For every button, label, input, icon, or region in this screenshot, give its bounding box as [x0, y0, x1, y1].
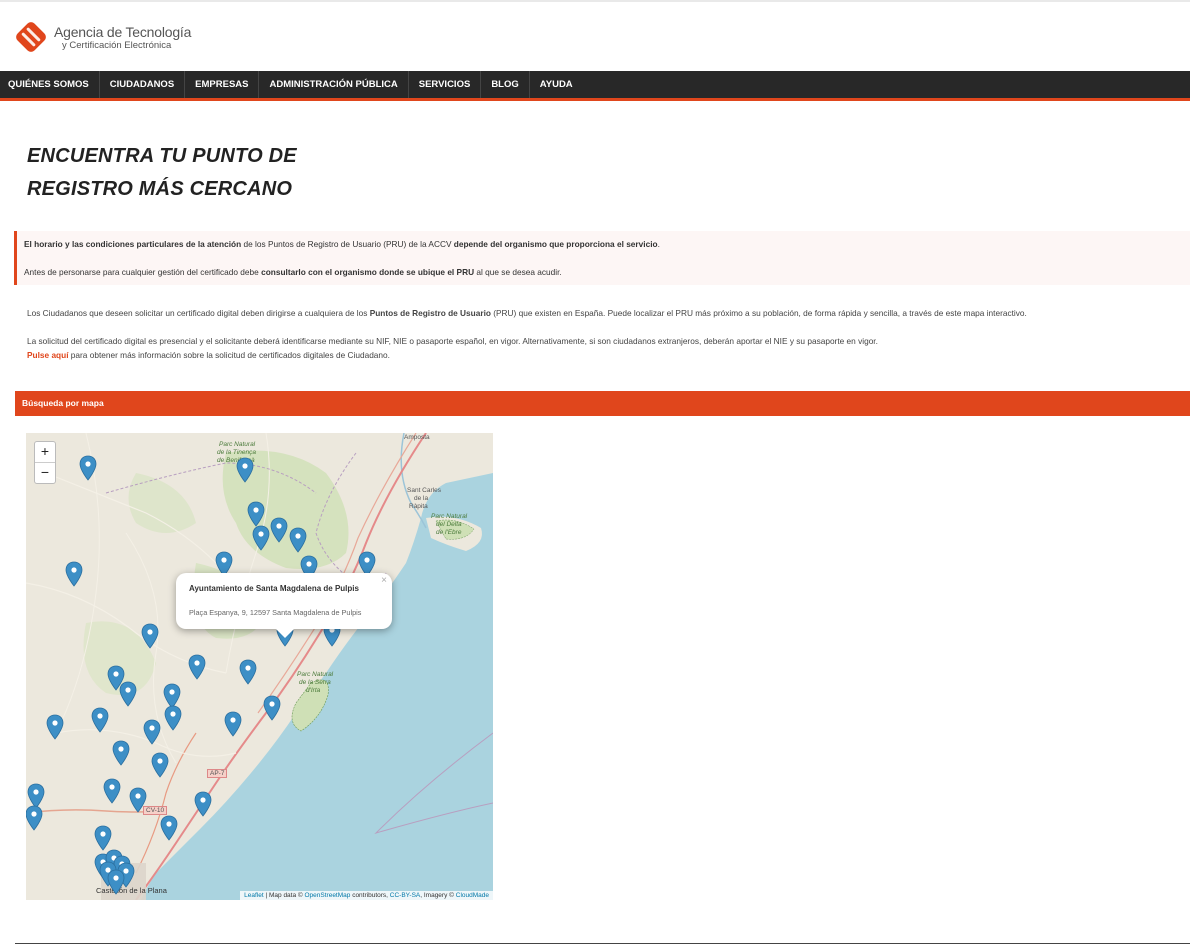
map-marker-icon[interactable] — [263, 695, 281, 721]
popup-close-button[interactable]: × — [381, 575, 387, 586]
logo-title: Agencia de Tecnología — [54, 24, 192, 40]
map-marker-icon[interactable] — [103, 778, 121, 804]
popup-title: Ayuntamiento de Santa Magdalena de Pulpi… — [189, 584, 359, 593]
map-marker-icon[interactable] — [247, 501, 265, 527]
map-label-park-irta: Parc Natural — [297, 671, 334, 678]
map-label-park-delta: Parc Natural — [431, 513, 468, 520]
site-logo[interactable]: Agencia de Tecnología y Certificación El… — [12, 18, 212, 58]
map-marker-icon[interactable] — [107, 869, 125, 895]
notice-line-2: Antes de personarse para cualquier gesti… — [24, 267, 562, 277]
section-header: Búsqueda por mapa — [15, 391, 1190, 416]
logo-icon — [16, 22, 46, 52]
map-marker-icon[interactable] — [129, 787, 147, 813]
popup-address: Plaça Espanya, 9, 12597 Santa Magdalena … — [189, 608, 362, 617]
osm-link[interactable]: OpenStreetMap — [305, 892, 351, 899]
leaflet-link[interactable]: Leaflet — [244, 892, 264, 899]
map-label-park-delta-3: de l'Ebre — [436, 529, 462, 536]
nav-administracion-publica[interactable]: ADMINISTRACIÓN PÚBLICA — [259, 71, 409, 98]
main-nav: QUIÉNES SOMOS CIUDADANOS EMPRESAS ADMINI… — [0, 71, 1190, 101]
map-marker-icon[interactable] — [252, 525, 270, 551]
map-marker-icon[interactable] — [236, 457, 254, 483]
footer-divider — [15, 943, 1190, 944]
map-marker-icon[interactable] — [119, 681, 137, 707]
map-marker-icon[interactable] — [94, 825, 112, 851]
map-marker-icon[interactable] — [141, 623, 159, 649]
cloudmade-link[interactable]: CloudMade — [456, 892, 489, 899]
info-paragraph-3: Pulse aquí para obtener más información … — [27, 350, 390, 360]
map-marker-icon[interactable] — [79, 455, 97, 481]
pulse-aqui-link[interactable]: Pulse aquí — [27, 350, 69, 360]
map-popup: Ayuntamiento de Santa Magdalena de Pulpi… — [176, 573, 392, 638]
map-label-park-benifassa-2: de la Tinença — [217, 449, 256, 456]
map-marker-icon[interactable] — [270, 517, 288, 543]
info-paragraph-1: Los Ciudadanos que deseen solicitar un c… — [27, 308, 1027, 318]
nav-blog[interactable]: BLOG — [481, 71, 530, 98]
map-marker-icon[interactable] — [160, 815, 178, 841]
zoom-out-button[interactable]: − — [35, 463, 55, 483]
map-marker-icon[interactable] — [26, 805, 43, 831]
map-marker-icon[interactable] — [224, 711, 242, 737]
map-marker-icon[interactable] — [164, 705, 182, 731]
cc-link[interactable]: CC-BY-SA — [390, 892, 420, 899]
nav-ayuda[interactable]: AYUDA — [530, 71, 583, 98]
map-marker-icon[interactable] — [194, 791, 212, 817]
map-marker-icon[interactable] — [112, 740, 130, 766]
nav-ciudadanos[interactable]: CIUDADANOS — [100, 71, 186, 98]
nav-servicios[interactable]: SERVICIOS — [409, 71, 482, 98]
map-marker-icon[interactable] — [46, 714, 64, 740]
map-attribution: Leaflet | Map data © OpenStreetMap contr… — [240, 891, 493, 900]
map-label-park-delta-2: del Delta — [436, 521, 462, 528]
popup-tip — [276, 629, 294, 638]
top-border — [0, 0, 1190, 2]
map-label-sant-carles-2: de la — [414, 495, 429, 502]
map-marker-icon[interactable] — [289, 527, 307, 553]
nav-quienes-somos[interactable]: QUIÉNES SOMOS — [0, 71, 100, 98]
map-marker-icon[interactable] — [151, 752, 169, 778]
map-label-sant-carles-3: Ràpita — [409, 503, 428, 510]
info-paragraph-2: La solicitud del certificado digital es … — [27, 336, 878, 346]
map-label-park-benifassa: Parc Natural — [219, 441, 256, 448]
zoom-control: + − — [34, 441, 56, 484]
page-title: ENCUENTRA TU PUNTO DE REGISTRO MÁS CERCA… — [27, 145, 297, 200]
map-label-sant-carles: Sant Carles — [407, 487, 441, 494]
map-marker-icon[interactable] — [188, 654, 206, 680]
map-marker-icon[interactable] — [143, 719, 161, 745]
map-marker-icon[interactable] — [239, 659, 257, 685]
map-marker-icon[interactable] — [91, 707, 109, 733]
zoom-in-button[interactable]: + — [35, 442, 55, 463]
nav-empresas[interactable]: EMPRESAS — [185, 71, 260, 98]
notice-line-1: El horario y las condiciones particulare… — [24, 239, 660, 249]
map-label-ap7: AP-7 — [207, 769, 228, 778]
logo-subtitle: y Certificación Electrónica — [62, 40, 172, 51]
interactive-map[interactable]: Amposta Sant Carles de la Ràpita Parc Na… — [26, 433, 493, 900]
map-marker-icon[interactable] — [65, 561, 83, 587]
map-label-amposta: Amposta — [404, 434, 430, 441]
map-label-park-irta-3: d'Irta — [306, 687, 321, 694]
map-label-park-irta-2: de la Serra — [299, 679, 331, 686]
notice-box: El horario y las condiciones particulare… — [14, 231, 1190, 285]
